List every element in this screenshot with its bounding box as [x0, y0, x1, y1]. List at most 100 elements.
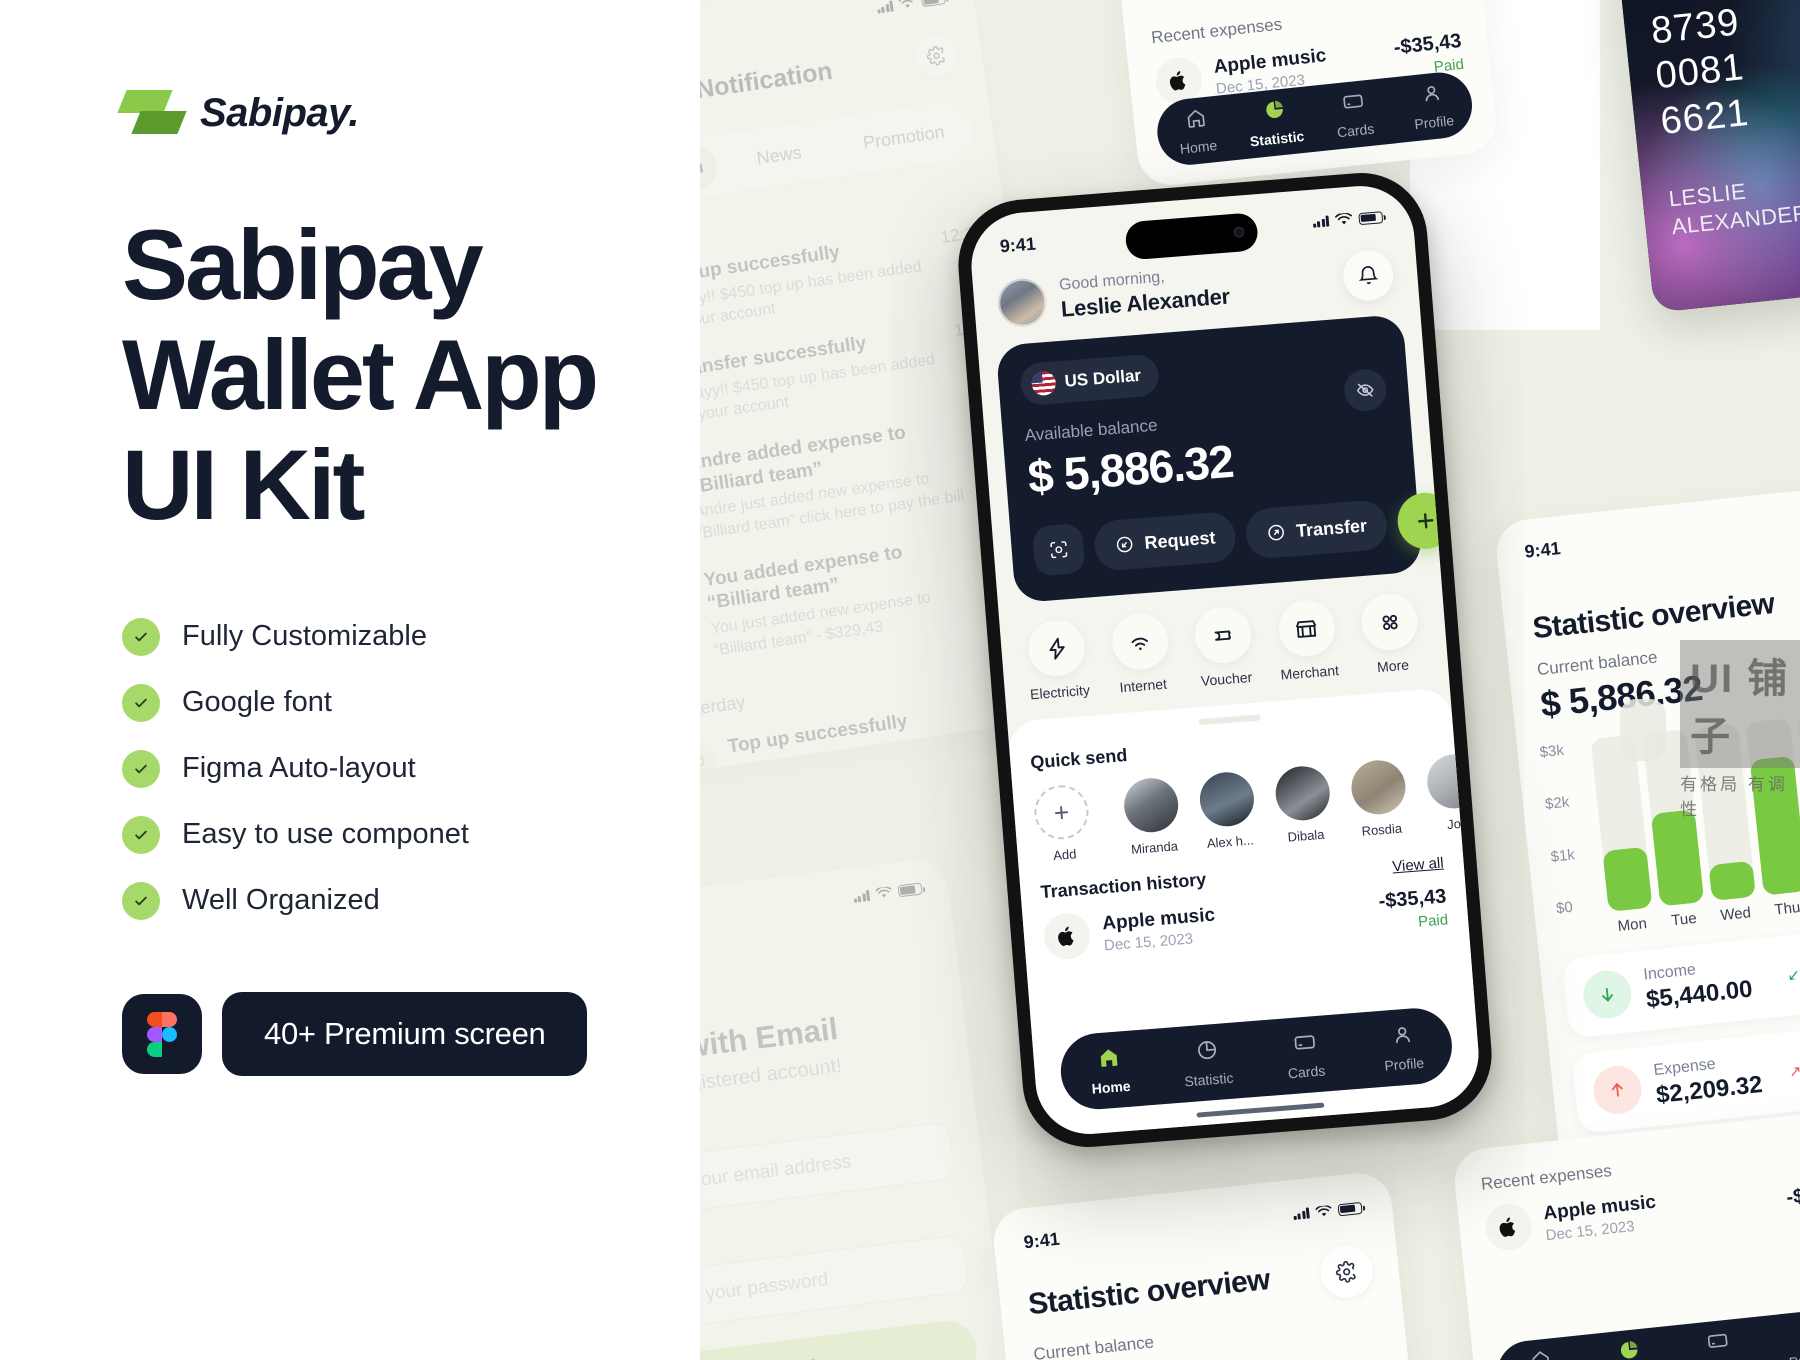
home-icon: [1531, 1351, 1550, 1360]
scan-icon: [1050, 541, 1068, 559]
tab-statistic[interactable]: Statistic: [1583, 1335, 1677, 1360]
tab-label: Cards: [1287, 1061, 1326, 1081]
chart-y-axis: $3k $2k $1k $0: [1539, 740, 1602, 943]
quick-action-merchant[interactable]: Merchant: [1271, 598, 1343, 683]
cellular-bars-icon: [876, 0, 894, 14]
tab-home[interactable]: Home: [1495, 1344, 1589, 1360]
avatar: [1273, 764, 1332, 823]
feature-label: Google font: [182, 686, 332, 719]
expense-delta: ↗ 12% from last w: [1788, 1050, 1800, 1081]
tab-cards[interactable]: Cards: [1312, 87, 1396, 143]
quick-action-label: Internet: [1118, 675, 1168, 696]
gear-icon[interactable]: [912, 31, 961, 80]
card-icon: [1342, 94, 1363, 109]
apple-icon: [1042, 911, 1092, 961]
balance-card: US Dollar Available balance $ 5,886.32 R: [995, 314, 1456, 604]
quick-action-voucher[interactable]: Voucher: [1188, 604, 1260, 690]
scan-button[interactable]: [1031, 522, 1086, 577]
quick-action-electricity[interactable]: Electricity: [1021, 618, 1093, 703]
contact-item[interactable]: Alex h...: [1194, 770, 1262, 852]
avatar[interactable]: [996, 276, 1049, 329]
pie-chart-icon: [1197, 1040, 1216, 1059]
notification-button[interactable]: [1341, 248, 1396, 303]
bar-label: Tue: [1670, 909, 1698, 930]
tab-statistic[interactable]: Statistic: [1234, 95, 1318, 151]
income-delta: ↙ 2% from last w: [1786, 955, 1800, 985]
bar-label: Mon: [1616, 915, 1648, 936]
gear-icon[interactable]: [1318, 1243, 1376, 1301]
add-contact-label: Add: [1052, 846, 1077, 864]
trend-down-icon: ↙: [1786, 966, 1800, 985]
feature-label: Easy to use componet: [182, 818, 469, 851]
tab-label: Statistic: [1249, 127, 1306, 150]
contact-item[interactable]: Rosdia: [1345, 758, 1413, 840]
feature-label: Figma Auto-layout: [182, 752, 416, 785]
tab-profile[interactable]: Profile: [1352, 1019, 1454, 1076]
contact-name: Rosdia: [1361, 820, 1403, 839]
bar-fill: [1602, 846, 1653, 912]
page-title: Statistic overview: [1026, 1262, 1272, 1322]
tab-home[interactable]: Home: [1059, 1042, 1161, 1100]
tab-promotion[interactable]: Promotion: [838, 105, 969, 169]
store-icon: [1295, 619, 1317, 638]
battery-icon: [897, 882, 923, 898]
quick-action-internet[interactable]: Internet: [1105, 611, 1177, 696]
brand-name: Sabipay.: [200, 90, 360, 135]
request-button[interactable]: Request: [1092, 510, 1238, 572]
tab-profile[interactable]: Profile: [1760, 1316, 1800, 1360]
quick-action-label: More: [1376, 656, 1410, 676]
feature-label: Well Organized: [182, 884, 380, 917]
home-icon: [1100, 1049, 1118, 1067]
currency-selector[interactable]: US Dollar: [1019, 353, 1160, 407]
tab-cards[interactable]: Cards: [1254, 1027, 1356, 1084]
tab-home[interactable]: Home: [1155, 103, 1239, 159]
card-number-group: 6621: [1658, 91, 1751, 143]
check-icon: [122, 617, 160, 656]
tab-label: Statistic: [1183, 1069, 1234, 1089]
bar-label: Thu: [1773, 898, 1800, 919]
quick-action-more[interactable]: More: [1354, 591, 1426, 676]
premium-badge-row: 40+ Premium screen: [122, 991, 682, 1076]
figma-icon: [122, 993, 202, 1074]
wifi-icon: [898, 0, 915, 8]
list-item: Fully Customizable: [122, 617, 682, 656]
contact-item[interactable]: Miranda: [1118, 776, 1186, 858]
add-button[interactable]: [1395, 490, 1456, 551]
bolt-icon: [1048, 637, 1065, 660]
apple-icon: [1483, 1201, 1534, 1253]
y-tick: $1k: [1549, 845, 1576, 866]
income-card[interactable]: Income $5,440.00 ↙ 2% from last w: [1561, 921, 1800, 1039]
transfer-button[interactable]: Transfer: [1244, 498, 1389, 560]
view-all-link[interactable]: View all: [1392, 855, 1445, 876]
add-contact-button[interactable]: + Add: [1032, 783, 1092, 864]
recent-expenses-card-bottom[interactable]: Recent expenses Apple music Dec 15, 2023…: [1451, 1109, 1800, 1360]
card-icon: [1294, 1034, 1315, 1050]
tab-profile[interactable]: Profile: [1391, 78, 1475, 134]
bottom-tabbar[interactable]: Home Statistic Cards Profile: [1493, 1307, 1800, 1360]
transaction-amount: -$35,: [1785, 1181, 1800, 1209]
status-time: 9:41: [1022, 1228, 1061, 1253]
sheet-grabber[interactable]: [1198, 714, 1261, 726]
check-icon: [122, 683, 160, 722]
hero-phone-mockup[interactable]: 9:41 Good morning, Leslie Alexander US D…: [953, 168, 1497, 1152]
cellular-bars-icon: [852, 889, 871, 903]
tab-statistic[interactable]: Statistic: [1157, 1034, 1259, 1091]
status-badge: Paid: [1417, 910, 1449, 931]
request-label: Request: [1143, 526, 1217, 553]
contact-item[interactable]: Dibala: [1270, 764, 1338, 846]
y-tick: $0: [1555, 898, 1574, 918]
tab-label: Cards: [1336, 120, 1376, 141]
poster-canvas: 9:41 ‹ Notification Notification News Pr…: [0, 0, 1800, 1360]
eye-off-icon: [1356, 383, 1374, 397]
phone-frame: 9:41 Good morning, Leslie Alexander US D…: [953, 168, 1497, 1152]
tab-news[interactable]: News: [713, 123, 844, 187]
page-title: Notification: [694, 56, 835, 104]
list-item: Figma Auto-layout: [122, 749, 682, 788]
cellular-bars-icon: [1292, 1207, 1310, 1221]
check-icon: [122, 749, 160, 788]
list-item: Google font: [122, 683, 682, 722]
bar-fill: [1650, 809, 1705, 907]
quick-action-label: Electricity: [1029, 681, 1091, 703]
tab-cards[interactable]: Cards: [1672, 1325, 1766, 1360]
status-time: 9:41: [1523, 538, 1562, 562]
